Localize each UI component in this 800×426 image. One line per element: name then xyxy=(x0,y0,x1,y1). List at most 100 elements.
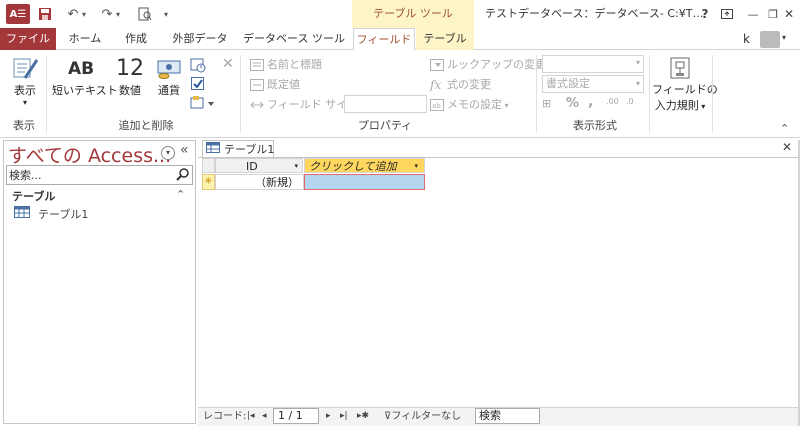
tab-create[interactable]: 作成 xyxy=(114,28,158,50)
memo-settings-label: メモの設定 xyxy=(447,98,502,111)
access-logo-icon[interactable]: A☰ xyxy=(6,4,30,24)
customize-qat-icon[interactable]: ▾ xyxy=(160,4,172,24)
shutter-bar-collapse-icon[interactable]: « xyxy=(180,142,189,158)
yes-no-checkbox-icon[interactable] xyxy=(190,76,206,92)
tab-home[interactable]: ホーム xyxy=(62,28,108,50)
default-value-icon xyxy=(250,79,264,91)
comma-format-button[interactable]: , xyxy=(588,94,593,110)
name-caption-button[interactable]: 名前と標題 xyxy=(250,56,322,74)
short-text-label: 短いテキスト xyxy=(52,84,118,97)
nav-pane-title[interactable]: すべての Access... xyxy=(8,141,171,168)
tab-external-data[interactable]: 外部データ xyxy=(164,28,236,50)
search-icon[interactable] xyxy=(176,167,190,184)
short-text-button[interactable]: AB 短いテキスト xyxy=(52,56,118,104)
field-size-label-item: フィールド サイズ xyxy=(250,96,358,114)
currency-button[interactable]: 通貨 xyxy=(152,56,186,104)
currency-icon xyxy=(152,56,186,82)
memo-settings-button[interactable]: ab メモの設定 ▾ xyxy=(430,96,509,114)
last-record-icon[interactable]: ▸| xyxy=(340,409,348,424)
number-icon: 12 xyxy=(116,56,144,81)
more-fields-button[interactable] xyxy=(190,95,216,111)
name-caption-label: 名前と標題 xyxy=(267,58,322,71)
default-value-button[interactable]: 既定値 xyxy=(250,76,300,94)
collapse-ribbon-icon[interactable]: ⌃ xyxy=(780,122,789,135)
field-size-input[interactable] xyxy=(344,95,427,113)
group-separator xyxy=(712,55,713,133)
expression-change-button[interactable]: fx 式の変更 xyxy=(430,76,491,94)
currency-label: 通貨 xyxy=(158,84,180,97)
context-tab-header: テーブル ツール xyxy=(352,0,474,28)
select-all-cell[interactable] xyxy=(202,158,215,173)
nav-item-table1[interactable]: テーブル1 xyxy=(14,206,88,224)
field-validation-button[interactable]: フィールドの 入力規則 ▾ xyxy=(652,55,718,117)
number-button[interactable]: 12 数値 xyxy=(112,56,148,104)
column-id-dropdown-icon[interactable]: ▾ xyxy=(294,159,298,172)
field-size-icon xyxy=(250,99,264,111)
record-label: レコード: xyxy=(203,411,247,422)
new-record-marker-icon[interactable]: ✳ xyxy=(202,174,215,190)
user-dropdown-icon[interactable]: ▾ xyxy=(782,33,786,42)
previous-record-icon[interactable]: ◂ xyxy=(262,409,267,424)
format-group-label: 表示形式 xyxy=(573,119,617,132)
tab-database-tools[interactable]: データベース ツール xyxy=(242,28,346,50)
name-caption-icon xyxy=(250,59,264,71)
data-type-combo[interactable]: ▾ xyxy=(542,55,644,73)
delete-field-icon[interactable]: ✕ xyxy=(222,56,234,72)
percent-format-button[interactable]: % xyxy=(566,96,579,111)
nav-section-header[interactable]: テーブル xyxy=(12,188,55,204)
number-label: 数値 xyxy=(119,84,141,97)
column-header-id[interactable]: ID ▾ xyxy=(215,158,303,173)
tab-file[interactable]: ファイル xyxy=(0,28,56,50)
validation-label-line2: 入力規則 ▾ xyxy=(654,99,706,112)
new-row-add-cell[interactable] xyxy=(304,174,425,190)
new-row-id-cell[interactable]: （新規） xyxy=(215,174,304,190)
add-delete-group-label: 追加と削除 xyxy=(118,119,174,132)
tab-table[interactable]: テーブル xyxy=(416,28,474,50)
redo-dropdown-icon[interactable]: ▾ xyxy=(112,4,124,24)
format-combo[interactable]: 書式設定 ▾ xyxy=(542,75,644,93)
view-button[interactable]: 表示 ▾ xyxy=(8,56,42,107)
fx-icon: fx xyxy=(430,78,442,92)
user-name[interactable]: k xyxy=(743,28,750,50)
next-record-icon[interactable]: ▸ xyxy=(326,409,331,424)
data-type-dropdown-icon: ▾ xyxy=(635,58,640,67)
format-dropdown-icon: ▾ xyxy=(635,79,640,88)
close-button[interactable]: ✕ xyxy=(778,0,800,28)
group-separator xyxy=(46,55,47,133)
currency-format-icon[interactable]: ⊞ xyxy=(542,97,551,110)
view-group-label: 表示 xyxy=(13,119,35,132)
validation-rule-icon xyxy=(652,55,708,81)
new-record-icon[interactable]: ▸✱ xyxy=(357,409,369,424)
date-time-icon[interactable] xyxy=(190,57,206,73)
column-header-add-label: クリックして追加 xyxy=(309,160,397,173)
lookup-change-button[interactable]: ルックアップの変更 xyxy=(430,56,546,74)
undo-dropdown-icon[interactable]: ▾ xyxy=(78,4,90,24)
print-preview-icon[interactable] xyxy=(134,4,156,24)
nav-menu-dropdown-icon[interactable]: ▾ xyxy=(161,146,175,160)
close-document-icon[interactable]: ✕ xyxy=(782,140,792,154)
table-icon xyxy=(14,206,30,224)
svg-text:ab: ab xyxy=(432,102,441,110)
decrease-decimals-button[interactable]: .0 xyxy=(626,97,634,106)
datasheet xyxy=(202,158,798,406)
filter-status[interactable]: ⊽フィルターなし xyxy=(384,409,461,424)
lookup-change-label: ルックアップの変更 xyxy=(447,58,546,71)
record-search-input[interactable]: 検索 xyxy=(475,408,540,424)
current-record-input[interactable]: 1 / 1 xyxy=(273,408,319,424)
column-header-click-to-add[interactable]: クリックして追加 ▾ xyxy=(304,158,425,173)
nav-search-placeholder: 検索... xyxy=(9,169,42,182)
memo-icon: ab xyxy=(430,99,444,111)
increase-decimals-button[interactable]: .00 xyxy=(606,97,619,106)
filter-status-label: フィルターなし xyxy=(391,411,462,422)
user-avatar[interactable] xyxy=(760,31,780,48)
first-record-icon[interactable]: |◂ xyxy=(247,409,255,424)
section-collapse-icon[interactable]: ⌃ xyxy=(176,188,185,201)
format-combo-label: 書式設定 xyxy=(546,77,590,90)
column-add-dropdown-icon[interactable]: ▾ xyxy=(414,159,418,172)
context-tab-header-label: テーブル ツール xyxy=(373,7,453,20)
save-icon[interactable] xyxy=(34,4,56,24)
view-dropdown-icon: ▾ xyxy=(22,98,27,107)
validation-label-line1: フィールドの xyxy=(652,83,718,96)
tab-fields[interactable]: フィールド xyxy=(353,28,415,51)
group-separator xyxy=(240,55,241,133)
